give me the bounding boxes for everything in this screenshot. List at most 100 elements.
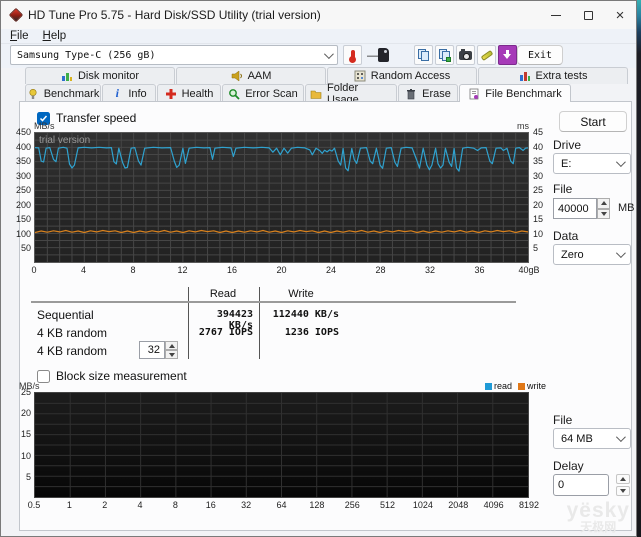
speaker-icon	[231, 70, 243, 82]
read-color-swatch	[485, 383, 492, 390]
row-label: 4 KB random	[37, 344, 107, 358]
toolbar: Samsung Type-C (256 gB) — E	[1, 44, 636, 68]
trial-version-watermark: trial version	[39, 135, 90, 146]
axis-tick: 10	[533, 229, 543, 239]
axis-tick: 512	[380, 500, 395, 510]
device-select[interactable]: Samsung Type-C (256 gB)	[10, 45, 338, 65]
tab-disk-monitor[interactable]: Disk monitor	[25, 67, 175, 84]
tab-row-2: Benchmark i Info Health Error Scan	[25, 84, 572, 102]
spin-up-button[interactable]	[165, 341, 178, 350]
copy-image-button[interactable]	[435, 45, 454, 65]
block-size-label: Block size measurement	[56, 369, 187, 383]
axis-tick: 5	[26, 472, 31, 482]
spin-up-button[interactable]	[616, 474, 630, 484]
file-size-unit: MB	[618, 202, 635, 214]
write-color-swatch	[518, 383, 525, 390]
spin-down-button[interactable]	[616, 486, 630, 496]
spin-up-button[interactable]	[597, 198, 610, 209]
block-file-value: 64 MB	[561, 433, 593, 445]
drive-select[interactable]: E:	[553, 153, 631, 174]
tab-erase[interactable]: Erase	[398, 84, 458, 102]
data-pattern-label: Data	[553, 229, 578, 243]
queue-depth-input[interactable]	[139, 341, 165, 359]
minimize-button[interactable]	[540, 1, 572, 29]
x-axis-ticks: 0.512481632641282565121024204840968192	[34, 500, 529, 512]
tab-label: Erase	[422, 88, 451, 100]
file-size-spinner	[553, 198, 610, 219]
block-file-select[interactable]: 64 MB	[553, 428, 631, 449]
axis-tick: 2	[102, 500, 107, 510]
axis-tick: 36	[474, 265, 484, 275]
table-divider	[31, 301, 516, 303]
info-icon: i	[111, 88, 123, 100]
row-label: Sequential	[37, 308, 94, 322]
axis-tick: 64	[276, 500, 286, 510]
maximize-button[interactable]	[572, 1, 604, 29]
block-size-chart	[34, 392, 529, 498]
spin-down-button[interactable]	[165, 350, 178, 359]
tab-label: AAM	[248, 70, 272, 82]
axis-tick: 16	[227, 265, 237, 275]
y-axis-ticks: 45040035030025020015010050	[5, 132, 31, 263]
x-axis-ticks: 0481216202428323640gB	[34, 265, 529, 277]
window-title: HD Tune Pro 5.75 - Hard Disk/SSD Utility…	[28, 8, 321, 22]
axis-tick: 350	[16, 156, 31, 166]
y-axis-ticks: 252015105	[5, 392, 31, 498]
delay-label: Delay	[553, 459, 584, 473]
screenshot-button[interactable]	[456, 45, 475, 65]
tab-file-benchmark[interactable]: File Benchmark	[459, 84, 571, 102]
close-button[interactable]: ×	[604, 1, 636, 29]
tab-benchmark[interactable]: Benchmark	[25, 84, 101, 102]
spin-down-button[interactable]	[597, 209, 610, 220]
menu-file[interactable]: File	[10, 30, 29, 42]
random-write-value: 1236 IOPS	[263, 327, 339, 338]
start-button[interactable]: Start	[559, 111, 627, 132]
sequential-write-value: 112440 KB/s	[263, 309, 339, 320]
highlight-button[interactable]	[477, 45, 496, 65]
menu-help[interactable]: Help	[43, 30, 67, 42]
axis-tick: 16	[206, 500, 216, 510]
drive-value: E:	[561, 158, 571, 170]
axis-tick: 4096	[484, 500, 504, 510]
table-divider	[259, 287, 260, 359]
tab-extra-tests[interactable]: Extra tests	[478, 67, 628, 84]
file-benchmark-icon	[468, 88, 480, 100]
tab-label: Random Access	[371, 70, 450, 82]
copy-text-button[interactable]	[414, 45, 433, 65]
axis-tick: 450	[16, 127, 31, 137]
app-window: HD Tune Pro 5.75 - Hard Disk/SSD Utility…	[0, 0, 637, 537]
axis-tick: 256	[345, 500, 360, 510]
data-pattern-value: Zero	[561, 249, 584, 261]
chevron-down-icon	[616, 248, 626, 258]
temperature-value: —	[367, 50, 378, 62]
device-select-value: Samsung Type-C (256 gB)	[17, 50, 155, 61]
legend-label: write	[527, 381, 546, 391]
update-button[interactable]	[498, 45, 517, 65]
app-icon	[9, 8, 23, 22]
temperature-button[interactable]	[343, 45, 362, 65]
desktop-background	[637, 0, 641, 537]
tab-error-scan[interactable]: Error Scan	[222, 84, 304, 102]
delay-input[interactable]	[553, 474, 609, 496]
y-axis-unit: MB/s	[34, 121, 55, 131]
axis-tick: 200	[16, 200, 31, 210]
tab-folder-usage[interactable]: Folder Usage	[305, 84, 397, 102]
drive-label: Drive	[553, 138, 581, 152]
tab-label: Info	[128, 88, 146, 100]
file-size-label: File	[553, 182, 572, 196]
exit-button[interactable]: Exit	[517, 45, 563, 65]
tab-health[interactable]: Health	[157, 84, 221, 102]
axis-tick: 40gB	[518, 265, 539, 275]
data-pattern-select[interactable]: Zero	[553, 244, 631, 265]
pen-icon	[480, 50, 493, 61]
axis-tick: 20	[21, 408, 31, 418]
download-arrow-icon	[503, 50, 512, 60]
copy-icon	[418, 49, 429, 61]
file-size-input[interactable]	[553, 198, 597, 219]
tab-aam[interactable]: AAM	[176, 67, 326, 84]
block-file-label: File	[553, 413, 572, 427]
tab-info[interactable]: i Info	[102, 84, 156, 102]
folder-icon	[310, 88, 322, 100]
block-size-checkbox[interactable]: Block size measurement	[37, 369, 187, 383]
camera-icon	[459, 51, 472, 60]
